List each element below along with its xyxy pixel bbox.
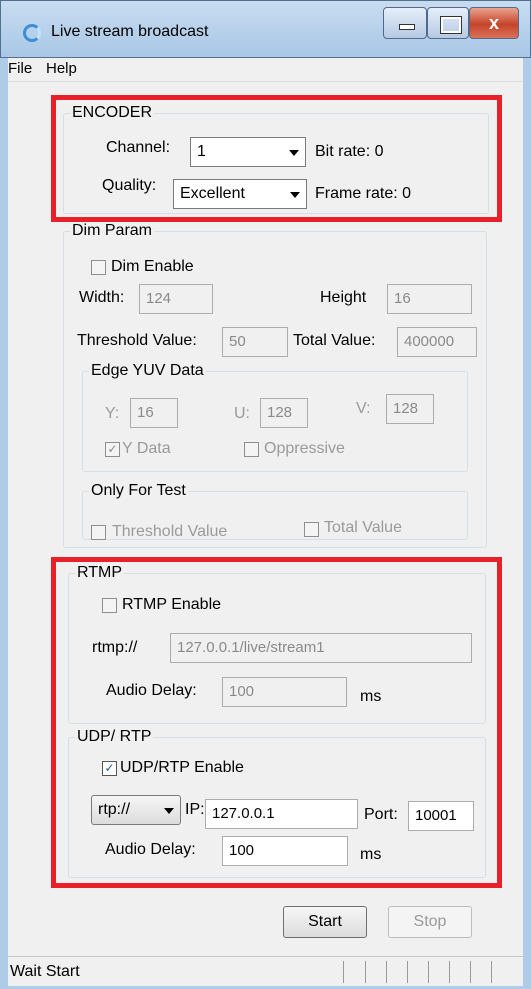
oppressive-checkbox[interactable] (244, 442, 259, 457)
threshold-field[interactable]: 50 (222, 327, 288, 357)
threshold-label: Threshold Value: (77, 332, 197, 349)
network-highlight (51, 557, 502, 888)
test-total-label: Total Value (324, 519, 402, 536)
y-field[interactable]: 16 (130, 398, 178, 428)
client-area: ENCODER Channel: 1 Bit rate: 0 Quality: … (8, 82, 523, 956)
status-divider (386, 961, 387, 983)
app-icon (23, 24, 41, 42)
status-text: Wait Start (10, 963, 80, 980)
height-field[interactable]: 16 (387, 284, 472, 314)
title-bar[interactable]: Live stream broadcast x (0, 0, 531, 58)
status-divider (449, 961, 450, 983)
test-threshold-label: Threshold Value (112, 523, 228, 540)
v-label: V: (356, 400, 371, 417)
app-window: Live stream broadcast x File Help ENCODE… (0, 0, 531, 989)
dim-enable-checkbox[interactable] (91, 260, 106, 275)
encoder-highlight (51, 95, 502, 222)
oppressive-label: Oppressive (264, 440, 345, 457)
status-divider (491, 961, 492, 983)
width-label: Width: (79, 289, 125, 306)
total-field[interactable]: 400000 (397, 327, 477, 357)
dim-enable-label: Dim Enable (111, 258, 194, 275)
test-threshold-checkbox[interactable] (91, 525, 106, 540)
menu-help[interactable]: Help (46, 60, 77, 77)
only-for-test-legend: Only For Test (91, 482, 186, 499)
status-divider (470, 961, 471, 983)
y-label: Y: (105, 405, 120, 422)
width-field[interactable]: 124 (139, 284, 213, 314)
v-field[interactable]: 128 (386, 394, 434, 424)
menu-file[interactable]: File (8, 60, 32, 77)
dim-param-legend: Dim Param (72, 222, 153, 239)
edge-yuv-legend: Edge YUV Data (91, 362, 204, 379)
ydata-label: Y Data (122, 440, 171, 457)
start-button[interactable]: Start (283, 906, 367, 938)
window-title: Live stream broadcast (51, 23, 209, 40)
status-divider (407, 961, 408, 983)
status-divider (365, 961, 366, 983)
status-divider (343, 961, 344, 983)
menu-bar: File Help (8, 58, 523, 82)
minimize-button[interactable] (383, 7, 427, 39)
total-label: Total Value: (293, 332, 376, 349)
close-button[interactable]: x (469, 7, 519, 39)
ydata-checkbox[interactable]: ✓ (105, 442, 120, 457)
u-label: U: (234, 405, 250, 422)
status-divider (428, 961, 429, 983)
test-total-checkbox[interactable] (304, 522, 319, 537)
maximize-button[interactable] (427, 7, 469, 39)
height-label: Height (320, 289, 367, 306)
u-field[interactable]: 128 (260, 398, 308, 428)
stop-button[interactable]: Stop (388, 906, 472, 938)
status-bar: Wait Start (8, 956, 523, 986)
